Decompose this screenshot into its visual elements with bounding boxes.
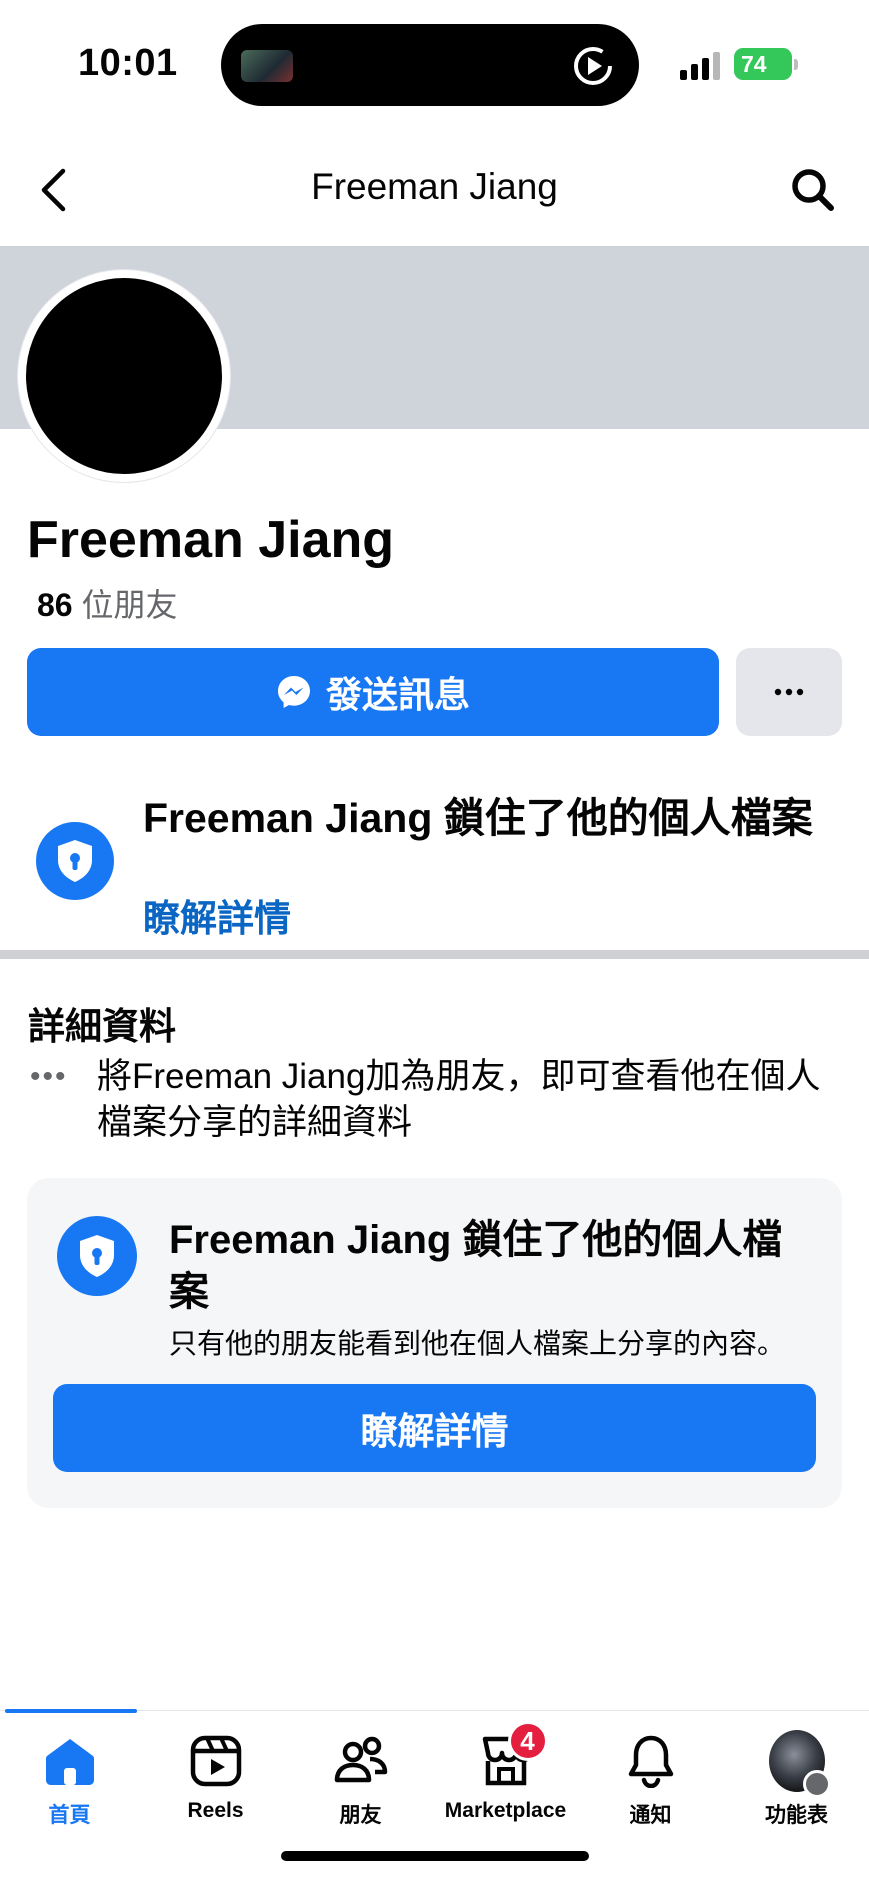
more-dots-icon: ••• xyxy=(30,1060,68,1093)
learn-more-link[interactable]: 瞭解詳情 xyxy=(143,888,291,942)
menu-avatar-icon xyxy=(768,1730,831,1798)
active-tab-indicator xyxy=(5,1709,137,1713)
more-options-button[interactable] xyxy=(736,648,842,736)
send-message-label: 發送訊息 xyxy=(325,674,470,715)
more-dots-icon xyxy=(774,688,804,696)
profile-name: Freeman Jiang xyxy=(27,511,395,569)
marketplace-icon: 4 xyxy=(478,1721,548,1789)
search-button[interactable] xyxy=(781,158,845,222)
tab-home-label: 首頁 xyxy=(48,1804,91,1827)
friends-label: 位朋友 xyxy=(81,587,178,623)
send-message-button[interactable]: 發送訊息 xyxy=(27,648,719,736)
tab-menu-label: 功能表 xyxy=(765,1804,828,1827)
shield-lock-icon xyxy=(36,822,114,900)
notification-badge: 4 xyxy=(507,1721,548,1761)
signal-icon xyxy=(680,52,720,80)
tab-marketplace-label: Marketplace xyxy=(444,1799,567,1822)
tab-reels[interactable]: Reels xyxy=(143,1733,288,1833)
menu-lines-icon xyxy=(802,1770,831,1798)
tab-friends-label: 朋友 xyxy=(339,1804,382,1827)
reels-icon xyxy=(188,1733,244,1789)
home-icon xyxy=(42,1733,98,1789)
lock-notice-title: Freeman Jiang 鎖住了他的個人檔案 xyxy=(143,795,813,841)
tab-home[interactable]: 首頁 xyxy=(0,1733,142,1833)
battery-indicator: 74 xyxy=(734,48,798,80)
tab-reels-label: Reels xyxy=(187,1799,244,1822)
profile-avatar[interactable] xyxy=(18,270,230,482)
details-description: 將Freeman Jiang加為朋友，即可查看他在個人檔案分享的詳細資料 xyxy=(97,1057,821,1142)
learn-more-button[interactable]: 瞭解詳情 xyxy=(53,1384,816,1472)
tab-friends[interactable]: 朋友 xyxy=(288,1733,433,1833)
status-time: 10:01 xyxy=(78,42,178,84)
media-thumbnail xyxy=(241,50,293,82)
tab-notifications[interactable]: 通知 xyxy=(578,1733,723,1833)
tab-marketplace[interactable]: 4 Marketplace xyxy=(433,1721,578,1833)
profile-lock-card: Freeman Jiang 鎖住了他的個人檔案 只有他的朋友能看到他在個人檔案上… xyxy=(27,1178,842,1508)
profile-lock-notice: Freeman Jiang 鎖住了他的個人檔案 瞭解詳情 xyxy=(0,780,869,940)
bell-icon xyxy=(623,1733,679,1789)
profile-header: Freeman Jiang xyxy=(0,140,869,250)
search-icon xyxy=(792,169,834,211)
messenger-icon xyxy=(277,676,310,708)
tab-notifications-label: 通知 xyxy=(629,1804,672,1827)
media-play-icon xyxy=(574,47,612,85)
friends-icon xyxy=(333,1733,389,1789)
status-bar: 10:01 74 xyxy=(0,0,869,120)
tab-menu[interactable]: 功能表 xyxy=(724,1730,869,1833)
dynamic-island[interactable] xyxy=(221,24,639,106)
lock-card-title: Freeman Jiang 鎖住了他的個人檔案 xyxy=(169,1218,783,1314)
details-heading: 詳細資料 xyxy=(28,1006,176,1047)
home-indicator xyxy=(281,1851,589,1861)
lock-card-subtitle: 只有他的朋友能看到他在個人檔案上分享的內容。 xyxy=(169,1328,786,1359)
shield-lock-icon xyxy=(57,1216,137,1296)
section-divider xyxy=(0,950,869,959)
friends-count: 86 xyxy=(37,587,73,623)
header-title: Freeman Jiang xyxy=(311,166,558,207)
friends-count-line[interactable]: 86 位朋友 xyxy=(37,580,178,626)
